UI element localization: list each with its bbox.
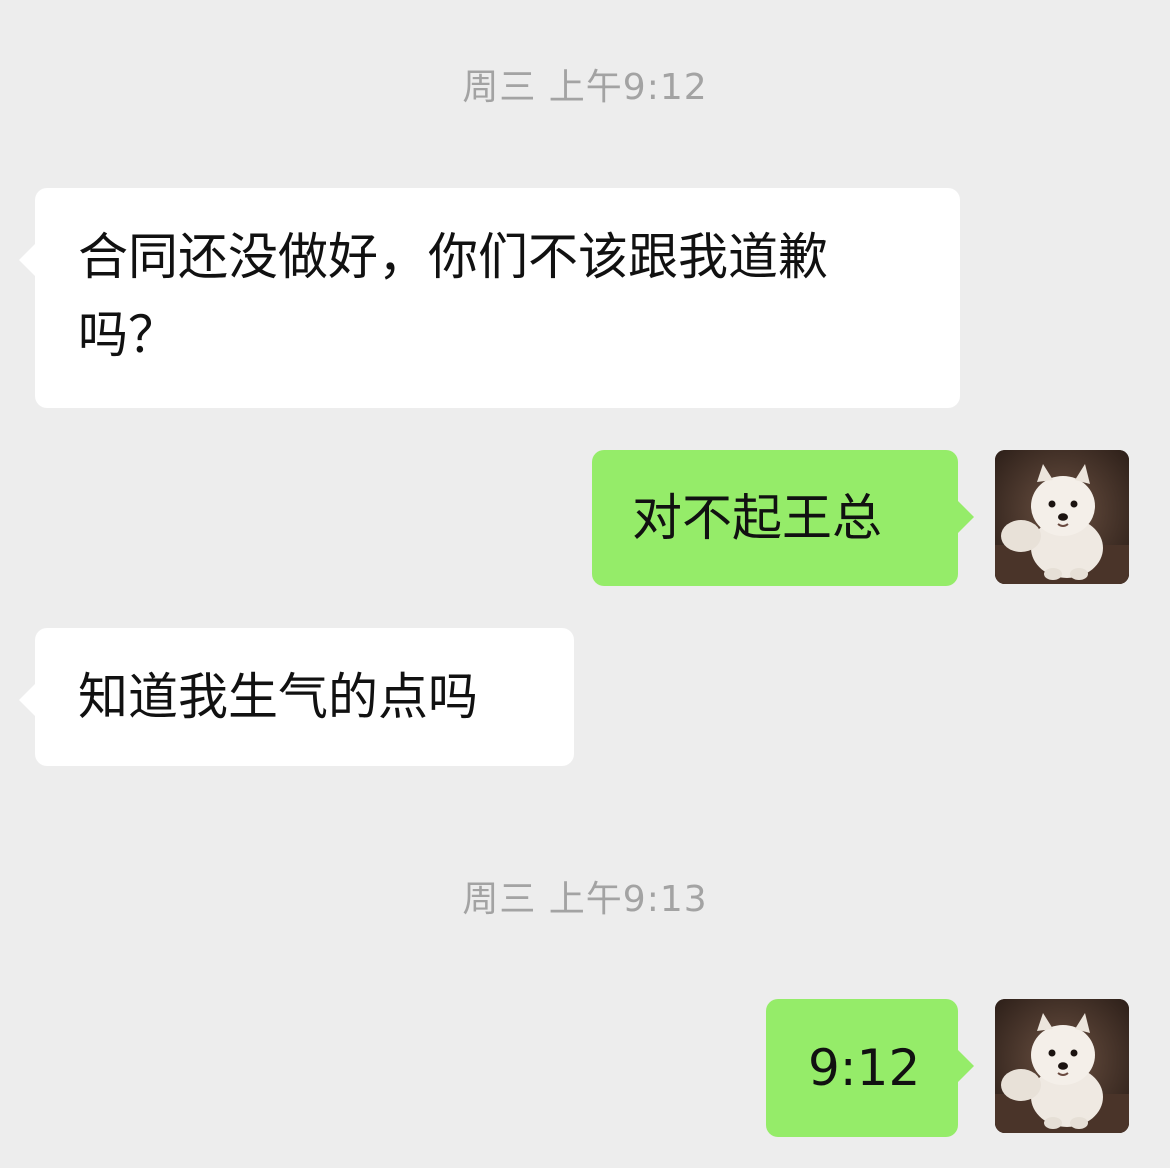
message-bubble-incoming[interactable]: 知道我生气的点吗 bbox=[19, 628, 574, 766]
message-text: 9:12 bbox=[808, 1039, 921, 1097]
message-text: 对不起王总 bbox=[632, 489, 882, 547]
message-text: 知道我生气的点吗 bbox=[78, 668, 478, 726]
avatar[interactable] bbox=[995, 999, 1129, 1133]
samoyed-dog-avatar-icon bbox=[995, 450, 1129, 584]
samoyed-dog-avatar-icon bbox=[995, 999, 1129, 1133]
avatar[interactable] bbox=[995, 450, 1129, 584]
message-text: 合同还没做好，你们不该跟我道歉吗？ bbox=[78, 228, 828, 364]
chat-timestamp: 周三 上午9:13 bbox=[462, 879, 708, 920]
message-bubble-incoming[interactable]: 合同还没做好，你们不该跟我道歉吗？ bbox=[19, 188, 960, 408]
message-bubble-outgoing[interactable]: 对不起王总 bbox=[592, 450, 974, 586]
chat-timestamp: 周三 上午9:12 bbox=[462, 67, 708, 108]
message-bubble-outgoing[interactable]: 9:12 bbox=[766, 999, 974, 1137]
